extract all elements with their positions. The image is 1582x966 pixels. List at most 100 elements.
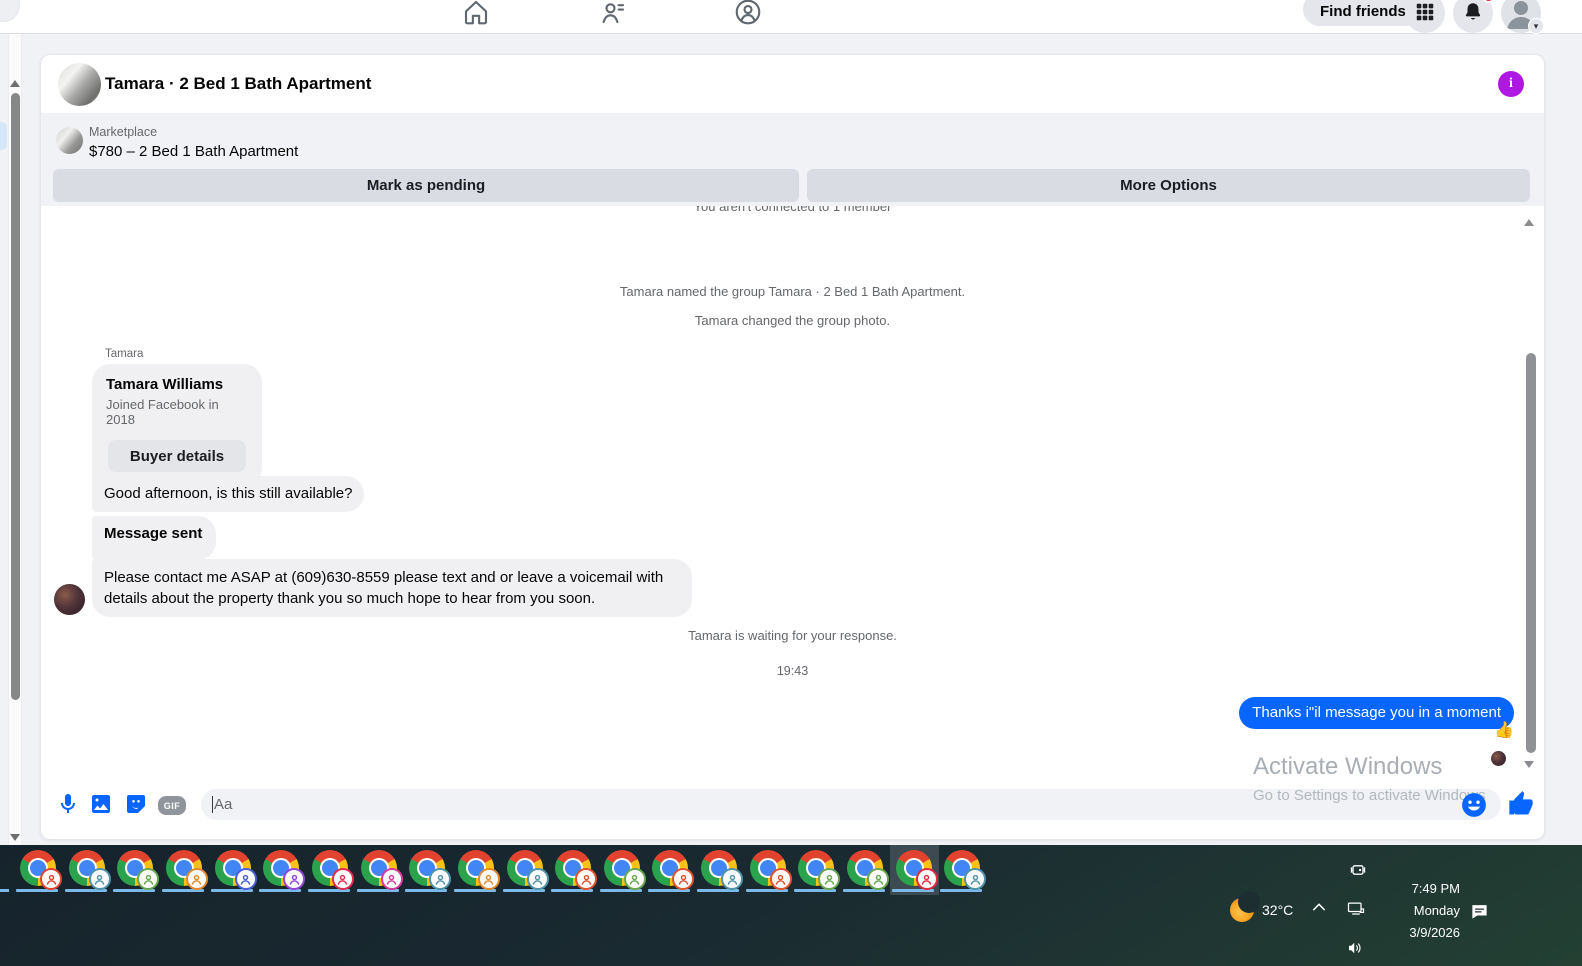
taskbar-chrome-window-4[interactable]: [160, 845, 209, 895]
listing-thumbnail: [56, 127, 83, 154]
taskbar-chrome-window-9[interactable]: [403, 845, 452, 895]
message-list[interactable]: You aren't connected to 1 member Tamara …: [41, 206, 1544, 783]
chrome-icon: [701, 850, 744, 890]
buyer-name: Tamara Williams: [106, 376, 224, 393]
taskbar-chrome-window-7[interactable]: [306, 845, 355, 895]
chrome-profile-badge: [283, 868, 306, 890]
windows-taskbar: 32°C 7:49 PM Monday 3/9/2026: [0, 845, 1582, 966]
taskbar-chrome-window-13[interactable]: [598, 845, 647, 895]
chat-scroll-down-icon[interactable]: [1524, 761, 1534, 768]
message-input[interactable]: Aa: [201, 789, 1501, 820]
buyer-details-button[interactable]: Buyer details: [108, 440, 246, 472]
home-icon[interactable]: [461, 0, 491, 27]
emoji-button[interactable]: [1461, 792, 1487, 818]
chrome-profile-badge: [526, 868, 549, 890]
taskbar-chrome-window-2[interactable]: [63, 845, 112, 895]
sender-avatar[interactable]: [54, 584, 85, 615]
apps-menu-button[interactable]: [1405, 0, 1445, 33]
taskbar-chrome-window-6[interactable]: [257, 845, 306, 895]
more-options-button[interactable]: More Options: [807, 169, 1530, 202]
taskbar-chrome-window-11[interactable]: [501, 845, 550, 895]
taskbar-chrome-window-14[interactable]: [646, 845, 695, 895]
scroll-down-arrow-icon[interactable]: [10, 834, 20, 841]
chat-window: Tamara · 2 Bed 1 Bath Apartment i Market…: [40, 54, 1545, 840]
taskbar-chrome-window-3[interactable]: [111, 845, 160, 895]
chrome-profile-badge: [477, 868, 500, 890]
chrome-profile-badge: [185, 868, 208, 890]
chrome-profile-badge: [137, 868, 160, 890]
chrome-profile-badge: [575, 868, 598, 890]
chat-scroll-up-icon[interactable]: [1524, 219, 1534, 226]
taskbar-chrome-window-12[interactable]: [549, 845, 598, 895]
chrome-icon: [895, 850, 938, 890]
left-scrollbar-thumb[interactable]: [10, 93, 20, 700]
taskbar-chrome-window-15[interactable]: [695, 845, 744, 895]
chat-header: Tamara · 2 Bed 1 Bath Apartment i: [41, 55, 1544, 113]
chrome-icon: [798, 850, 841, 890]
taskbar-chrome-window-19[interactable]: [889, 845, 939, 895]
chrome-icon: [165, 850, 208, 890]
clock-time: 7:49 PM: [1411, 881, 1460, 896]
topbar-corner-blob: [0, 0, 20, 22]
taskbar-chrome-window-1[interactable]: [14, 845, 63, 895]
thumbs-up-reaction[interactable]: 👍: [1494, 720, 1514, 740]
action-center-icon[interactable]: [1470, 902, 1489, 921]
chrome-icon: [409, 850, 452, 890]
sender-name-label: Tamara: [105, 348, 144, 360]
buyer-contact-card: Tamara Williams Joined Facebook in 2018 …: [92, 364, 262, 486]
gif-button[interactable]: GIF: [158, 796, 186, 815]
weather-moon-icon[interactable]: [1230, 891, 1260, 922]
left-scrollbar[interactable]: [8, 34, 22, 845]
listing-source: Marketplace: [89, 125, 158, 139]
message-composer: GIF Aa: [41, 783, 1544, 829]
chrome-profile-badge: [721, 868, 744, 890]
scroll-up-arrow-icon[interactable]: [10, 80, 20, 87]
send-like-button[interactable]: [1507, 790, 1535, 818]
mark-as-pending-button[interactable]: Mark as pending: [53, 169, 799, 202]
clock-day: Monday: [1413, 903, 1460, 918]
sticker-button[interactable]: [124, 792, 148, 816]
weather-temperature[interactable]: 32°C: [1262, 902, 1293, 918]
chrome-profile-badge: [769, 868, 792, 890]
taskbar-chrome-window-18[interactable]: [841, 845, 890, 895]
notifications-button[interactable]: [1453, 0, 1495, 33]
taskbar-chrome-window-5[interactable]: [209, 845, 258, 895]
chrome-icon: [20, 850, 62, 890]
voice-clip-button[interactable]: [56, 792, 80, 816]
chat-title: Tamara · 2 Bed 1 Bath Apartment: [105, 74, 372, 93]
connect-notice: You aren't connected to 1 member: [693, 206, 892, 214]
text-caret: [212, 796, 213, 813]
chrome-icon: [117, 850, 160, 890]
friends-icon[interactable]: [598, 0, 628, 27]
attach-image-button[interactable]: [89, 792, 113, 816]
system-message-waiting: Tamara is waiting for your response.: [688, 628, 897, 643]
thumb-up-icon: [1509, 791, 1533, 815]
chrome-profile-badge: [623, 868, 646, 890]
chat-scrollbar-thumb[interactable]: [1526, 353, 1536, 753]
chrome-profile-badge: [331, 868, 354, 890]
clock-date: 3/9/2026: [1409, 925, 1460, 940]
cast-screen-icon[interactable]: [1348, 860, 1368, 880]
taskbar-chrome-window-10[interactable]: [452, 845, 501, 895]
groups-icon[interactable]: [733, 0, 763, 27]
system-tray: 32°C 7:49 PM Monday 3/9/2026: [1230, 845, 1582, 966]
incoming-message: Good afternoon, is this still available?: [92, 476, 365, 512]
chrome-icon: [214, 850, 257, 890]
chevron-down-icon: ▾: [1528, 18, 1544, 34]
taskbar-chrome-window-8[interactable]: [355, 845, 404, 895]
incoming-message: Please contact me ASAP at (609)630-8559 …: [92, 559, 692, 617]
taskbar-chrome-window-17[interactable]: [792, 845, 841, 895]
taskbar-chrome-window-16[interactable]: [744, 845, 793, 895]
profile-menu-button[interactable]: ▾: [1501, 0, 1544, 34]
taskbar-chrome-window-20[interactable]: [938, 845, 987, 895]
network-icon[interactable]: [1346, 899, 1366, 919]
chrome-profile-badge: [40, 868, 62, 890]
conversation-info-button[interactable]: i: [1498, 71, 1524, 97]
volume-icon[interactable]: [1346, 939, 1364, 957]
hidden-icons-chevron[interactable]: [1312, 902, 1326, 912]
chrome-profile-badge: [429, 868, 452, 890]
sticker-icon: [127, 795, 145, 813]
chrome-icon: [555, 850, 598, 890]
apps-grid-icon: [1414, 1, 1436, 26]
group-photo-avatar[interactable]: [58, 63, 101, 106]
